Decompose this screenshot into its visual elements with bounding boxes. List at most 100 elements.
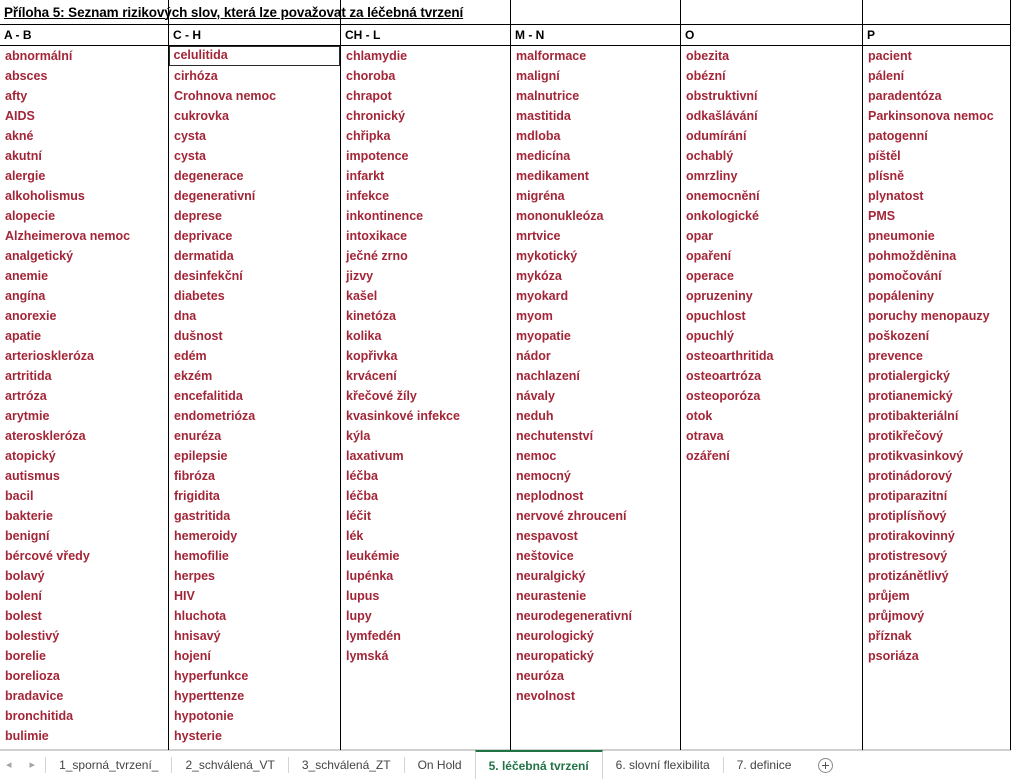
- cell[interactable]: neurologický: [511, 626, 680, 646]
- cell[interactable]: analgetický: [0, 246, 168, 266]
- cell[interactable]: celulitida: [169, 46, 340, 66]
- cell[interactable]: protibakteriální: [863, 406, 1010, 426]
- cell[interactable]: lupénka: [341, 566, 510, 586]
- cell[interactable]: píštěl: [863, 146, 1010, 166]
- cell[interactable]: malnutrice: [511, 86, 680, 106]
- cell[interactable]: protistresový: [863, 546, 1010, 566]
- add-sheet-button[interactable]: [804, 751, 846, 779]
- cell[interactable]: cukrovka: [169, 106, 340, 126]
- cell[interactable]: osteoporóza: [681, 386, 862, 406]
- cell[interactable]: opruzeniny: [681, 286, 862, 306]
- column-header-p[interactable]: P: [863, 25, 1011, 45]
- cell[interactable]: nevolnost: [511, 686, 680, 706]
- sheet-tab-active[interactable]: 5. léčebná tvrzení: [474, 750, 603, 779]
- cell[interactable]: ekzém: [169, 366, 340, 386]
- cell[interactable]: lymfedén: [341, 626, 510, 646]
- cell[interactable]: hemofilie: [169, 546, 340, 566]
- cell[interactable]: léčba: [341, 486, 510, 506]
- cell[interactable]: myopatie: [511, 326, 680, 346]
- cell[interactable]: cirhóza: [169, 66, 340, 86]
- cell[interactable]: medicína: [511, 146, 680, 166]
- column-header-a-b[interactable]: A - B: [0, 25, 168, 45]
- cell[interactable]: anemie: [0, 266, 168, 286]
- cell[interactable]: bradavice: [0, 686, 168, 706]
- cell[interactable]: maligní: [511, 66, 680, 86]
- cell[interactable]: Parkinsonova nemoc: [863, 106, 1010, 126]
- cell[interactable]: patogenní: [863, 126, 1010, 146]
- cell[interactable]: opaření: [681, 246, 862, 266]
- cell[interactable]: protikřečový: [863, 426, 1010, 446]
- column-header-c-h[interactable]: C - H: [169, 25, 340, 45]
- cell[interactable]: bacil: [0, 486, 168, 506]
- cell[interactable]: mykotický: [511, 246, 680, 266]
- cell[interactable]: léčit: [341, 506, 510, 526]
- word-column-a-b[interactable]: abnormální absces afty AIDS akné akutní alergi…: [0, 46, 168, 750]
- cell[interactable]: omrzliny: [681, 166, 862, 186]
- cell[interactable]: degenerativní: [169, 186, 340, 206]
- cell[interactable]: obézní: [681, 66, 862, 86]
- cell[interactable]: apatie: [0, 326, 168, 346]
- cell[interactable]: onemocnění: [681, 186, 862, 206]
- cell[interactable]: nespavost: [511, 526, 680, 546]
- cell[interactable]: protiparazitní: [863, 486, 1010, 506]
- cell[interactable]: hyperfunkce: [169, 666, 340, 686]
- cell[interactable]: artritida: [0, 366, 168, 386]
- cell[interactable]: osteoarthritida: [681, 346, 862, 366]
- cell[interactable]: choroba: [341, 66, 510, 86]
- cell[interactable]: průjmový: [863, 606, 1010, 626]
- cell[interactable]: PMS: [863, 206, 1010, 226]
- cell[interactable]: kašel: [341, 286, 510, 306]
- cell[interactable]: myokard: [511, 286, 680, 306]
- cell[interactable]: hyperttenze: [169, 686, 340, 706]
- cell[interactable]: Alzheimerova nemoc: [0, 226, 168, 246]
- cell[interactable]: neuróza: [511, 666, 680, 686]
- sheet-tab[interactable]: 1_sporná_tvrzení_: [46, 751, 171, 779]
- cell[interactable]: gastritida: [169, 506, 340, 526]
- cell[interactable]: intoxikace: [341, 226, 510, 246]
- cell[interactable]: infarkt: [341, 166, 510, 186]
- cell[interactable]: chřipka: [341, 126, 510, 146]
- cell[interactable]: neurastenie: [511, 586, 680, 606]
- cell[interactable]: alopecie: [0, 206, 168, 226]
- cell[interactable]: borelioza: [0, 666, 168, 686]
- cell[interactable]: nádor: [511, 346, 680, 366]
- cell[interactable]: Crohnova nemoc: [169, 86, 340, 106]
- cell[interactable]: impotence: [341, 146, 510, 166]
- cell[interactable]: dušnost: [169, 326, 340, 346]
- cell[interactable]: diabetes: [169, 286, 340, 306]
- word-column-m-n[interactable]: malformace maligní malnutrice mastitida mdlo…: [511, 46, 680, 750]
- cell[interactable]: inkontinence: [341, 206, 510, 226]
- cell[interactable]: hypotonie: [169, 706, 340, 726]
- cell[interactable]: bolestivý: [0, 626, 168, 646]
- cell[interactable]: opuchlost: [681, 306, 862, 326]
- cell[interactable]: protiplísňový: [863, 506, 1010, 526]
- cell[interactable]: arterioskleróza: [0, 346, 168, 366]
- cell[interactable]: pacient: [863, 46, 1010, 66]
- cell[interactable]: popáleniny: [863, 286, 1010, 306]
- next-sheet-arrow-icon[interactable]: ▸: [30, 759, 36, 771]
- cell-grid[interactable]: Příloha 5: Seznam rizikových slov, která…: [0, 0, 1011, 750]
- cell[interactable]: protirakovinný: [863, 526, 1010, 546]
- cell[interactable]: alergie: [0, 166, 168, 186]
- cell[interactable]: ozáření: [681, 446, 862, 466]
- cell[interactable]: infekce: [341, 186, 510, 206]
- cell[interactable]: neštovice: [511, 546, 680, 566]
- cell[interactable]: anorexie: [0, 306, 168, 326]
- cell[interactable]: autismus: [0, 466, 168, 486]
- cell[interactable]: odumírání: [681, 126, 862, 146]
- cell[interactable]: angína: [0, 286, 168, 306]
- cell[interactable]: alkoholismus: [0, 186, 168, 206]
- cell[interactable]: pomočování: [863, 266, 1010, 286]
- cell[interactable]: krvácení: [341, 366, 510, 386]
- cell[interactable]: endometrióza: [169, 406, 340, 426]
- cell[interactable]: deprese: [169, 206, 340, 226]
- cell[interactable]: leukémie: [341, 546, 510, 566]
- cell[interactable]: bolest: [0, 606, 168, 626]
- sheet-tab[interactable]: 2_schválená_VT: [172, 751, 287, 779]
- column-header-m-n[interactable]: M - N: [511, 25, 680, 45]
- cell[interactable]: nachlazení: [511, 366, 680, 386]
- cell[interactable]: kinetóza: [341, 306, 510, 326]
- cell[interactable]: protialergický: [863, 366, 1010, 386]
- cell[interactable]: neuralgický: [511, 566, 680, 586]
- cell[interactable]: akutní: [0, 146, 168, 166]
